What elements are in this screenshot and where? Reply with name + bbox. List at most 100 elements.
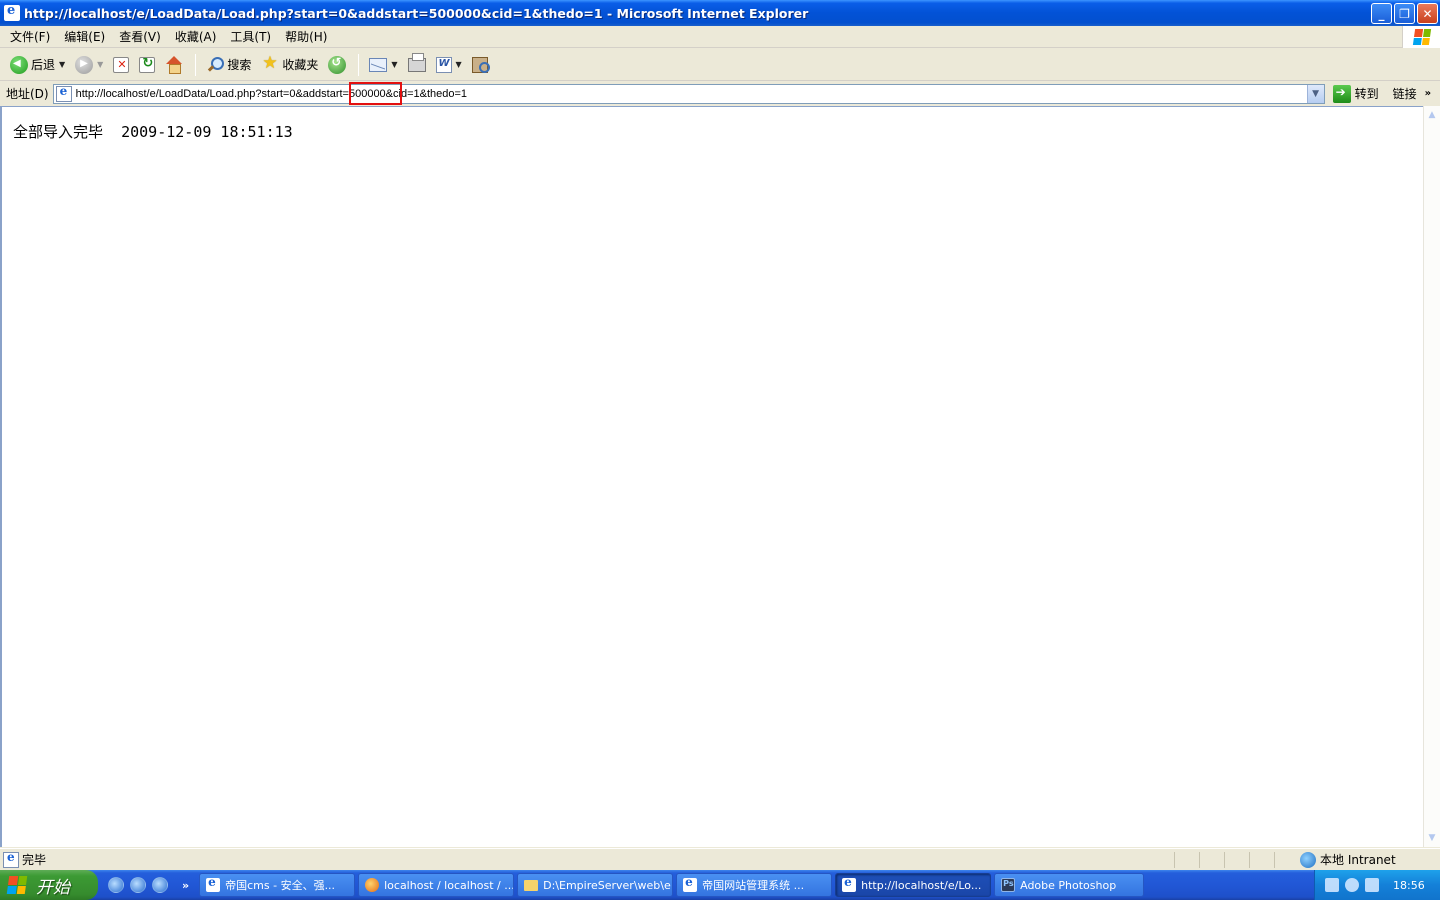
research-icon <box>471 56 490 73</box>
status-text: 完毕 <box>22 853 47 867</box>
taskbar-item-label: 帝国cms - 安全、强... <box>225 879 336 892</box>
window-title: http://localhost/e/LoadData/Load.php?sta… <box>24 5 809 21</box>
menu-tools[interactable]: 工具(T) <box>224 28 279 45</box>
import-timestamp: 2009-12-09 18:51:13 <box>121 123 293 141</box>
back-dropdown-icon[interactable]: ▼ <box>59 60 65 69</box>
taskbar-item-label: 帝国网站管理系统 ... <box>702 879 805 892</box>
refresh-icon <box>139 56 156 73</box>
menu-bar: 文件(F) 编辑(E) 查看(V) 收藏(A) 工具(T) 帮助(H) <box>0 26 1440 48</box>
highlight-box <box>348 81 402 105</box>
favorites-button[interactable]: 收藏夹 <box>257 52 322 78</box>
folder-icon <box>524 879 539 891</box>
word-icon <box>435 56 452 73</box>
menu-file[interactable]: 文件(F) <box>4 28 58 45</box>
minimize-button[interactable]: _ <box>1371 3 1392 24</box>
windows-logo <box>1402 26 1440 48</box>
tray-expand-icon[interactable] <box>1345 878 1359 892</box>
taskbar-item[interactable]: Adobe Photoshop <box>994 873 1145 897</box>
favorites-label: 收藏夹 <box>282 58 319 72</box>
firefox-icon <box>365 878 380 892</box>
close-button[interactable]: ✕ <box>1417 3 1438 24</box>
taskbar-item-label: Adobe Photoshop <box>1020 878 1117 892</box>
history-button[interactable] <box>324 52 350 78</box>
stop-icon <box>113 56 130 73</box>
window-controls: _ ❐ ✕ <box>1371 3 1438 24</box>
search-button[interactable]: 搜索 <box>202 52 255 78</box>
tray-volume-icon[interactable] <box>1365 878 1379 892</box>
mail-dropdown-icon[interactable]: ▼ <box>391 60 397 69</box>
windows-flag-icon <box>1412 29 1431 45</box>
menu-view[interactable]: 查看(V) <box>113 28 169 45</box>
tray-network-icon[interactable] <box>1325 878 1339 892</box>
vertical-scrollbar[interactable]: ▲ ▼ <box>1423 106 1440 847</box>
forward-dropdown-icon[interactable]: ▼ <box>97 60 103 69</box>
go-arrow-icon <box>1332 84 1351 103</box>
taskbar-item-label: D:\EmpireServer\web\e <box>543 878 671 892</box>
ie-icon <box>4 3 20 21</box>
go-button[interactable]: 转到 <box>1332 84 1379 103</box>
refresh-button[interactable] <box>135 52 159 78</box>
edit-button[interactable]: ▼ <box>432 52 466 78</box>
address-bar: 地址(D) ▼ 转到 链接 » <box>0 81 1440 105</box>
import-complete-message: 全部导入完毕 <box>13 123 104 141</box>
menu-help[interactable]: 帮助(H) <box>279 28 335 45</box>
printer-icon <box>407 52 426 72</box>
links-button[interactable]: 链接 <box>1393 85 1417 102</box>
start-label: 开始 <box>36 877 70 898</box>
menu-favorites[interactable]: 收藏(A) <box>169 28 225 45</box>
start-button[interactable]: 开始 <box>0 870 98 900</box>
address-box[interactable]: ▼ <box>52 81 1325 105</box>
system-tray: 18:56 <box>1314 870 1440 900</box>
edit-dropdown-icon[interactable]: ▼ <box>456 60 462 69</box>
restore-button[interactable]: ❐ <box>1394 3 1415 24</box>
taskbar-item-label: localhost / localhost / ... <box>384 878 515 892</box>
address-label: 地址(D) <box>6 87 49 101</box>
status-panes <box>1174 852 1299 868</box>
forward-button[interactable]: ▼ <box>71 52 107 78</box>
history-icon <box>328 55 347 74</box>
address-dropdown-icon[interactable]: ▼ <box>1306 84 1324 103</box>
taskbar-item[interactable]: D:\EmpireServer\web\e <box>517 873 674 897</box>
toolbar: 后退 ▼ ▼ 搜索 收藏夹 ▼ ▼ <box>0 49 1440 81</box>
taskbar-item[interactable]: localhost / localhost / ... <box>358 873 515 897</box>
forward-arrow-icon <box>75 55 94 74</box>
search-label: 搜索 <box>227 58 252 72</box>
back-button[interactable]: 后退 ▼ <box>6 52 69 78</box>
print-button[interactable] <box>404 52 430 78</box>
clock[interactable]: 18:56 <box>1393 879 1425 892</box>
toolbar-separator <box>195 53 197 76</box>
status-bar: 完毕 本地 Intranet <box>0 848 1440 870</box>
page-icon <box>55 84 72 102</box>
mail-icon <box>369 57 388 72</box>
chevron-right-icon[interactable]: » <box>1425 88 1431 99</box>
taskbar-item-active[interactable]: http://localhost/e/Lo... <box>835 873 992 897</box>
intranet-globe-icon <box>1300 851 1316 868</box>
address-input[interactable] <box>75 85 1296 102</box>
quick-launch-browser-icon[interactable] <box>130 877 146 893</box>
taskbar-item[interactable]: 帝国网站管理系统 ... <box>676 873 833 897</box>
ie-icon <box>683 875 698 892</box>
research-button[interactable] <box>468 52 492 78</box>
page-message-line: 全部导入完毕 2009-12-09 18:51:13 <box>13 121 293 142</box>
photoshop-icon <box>1001 878 1016 892</box>
security-zone: 本地 Intranet <box>1300 851 1396 868</box>
zone-label: 本地 Intranet <box>1320 853 1396 867</box>
page-content: 全部导入完毕 2009-12-09 18:51:13 <box>0 106 1423 847</box>
ie-icon <box>206 875 221 892</box>
taskbar-item-label: http://localhost/e/Lo... <box>861 878 982 892</box>
quick-launch-ie-icon[interactable] <box>108 877 124 893</box>
mail-button[interactable]: ▼ <box>365 52 401 78</box>
scroll-up-icon[interactable]: ▲ <box>1424 107 1440 123</box>
quick-launch-more-icon[interactable]: » <box>182 879 189 892</box>
taskbar-item[interactable]: 帝国cms - 安全、强... <box>199 873 356 897</box>
quick-launch <box>108 877 168 893</box>
home-button[interactable] <box>161 52 187 78</box>
scroll-down-icon[interactable]: ▼ <box>1424 830 1440 846</box>
star-icon <box>261 53 279 74</box>
title-bar[interactable]: http://localhost/e/LoadData/Load.php?sta… <box>0 0 1440 26</box>
menu-edit[interactable]: 编辑(E) <box>58 28 113 45</box>
toolbar-separator <box>358 53 360 76</box>
stop-button[interactable] <box>109 52 133 78</box>
ie-icon <box>842 875 857 892</box>
quick-launch-media-icon[interactable] <box>152 877 168 893</box>
